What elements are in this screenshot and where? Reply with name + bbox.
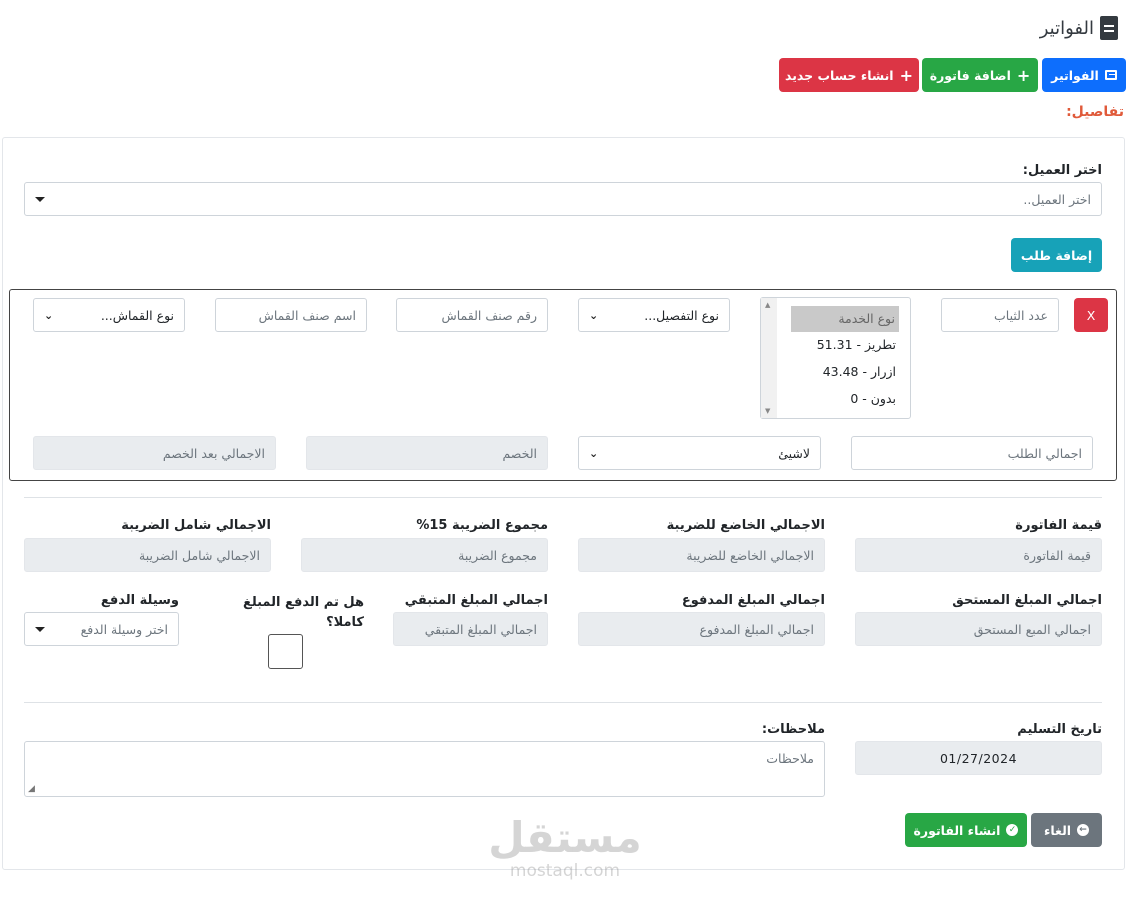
caret-down-icon: [35, 196, 45, 202]
amount-paid-label: اجمالي المبلغ المدفوع: [681, 593, 825, 608]
watermark: مستقل mostaql.com: [480, 813, 650, 882]
fabric-name-input[interactable]: اسم صنف القماش: [215, 298, 367, 332]
taxable-total-placeholder: الاجمالي الخاضع للضريبة: [686, 547, 814, 563]
invoice-file-icon: [1100, 16, 1118, 40]
service-option[interactable]: ازرار - 43.48: [823, 360, 896, 384]
divider: [24, 702, 1102, 703]
resize-handle-icon[interactable]: ◢: [28, 784, 35, 794]
taxable-total-label: الاجمالي الخاضع للضريبة: [666, 518, 825, 533]
discount-type-value: لاشيئ: [778, 445, 810, 461]
delivery-date-input[interactable]: 01/27/2024: [855, 741, 1102, 775]
invoices-button-label: الفواتير: [1051, 67, 1099, 83]
invoices-button[interactable]: الفواتير: [1042, 58, 1126, 92]
taxable-total-input[interactable]: الاجمالي الخاضع للضريبة: [578, 538, 825, 572]
new-account-button[interactable]: + انشاء حساب جديد: [779, 58, 919, 92]
chevron-down-icon: ⌄: [44, 308, 54, 322]
scroll-up-icon: ▲: [765, 301, 771, 309]
fabric-number-input[interactable]: رقم صنف القماش: [396, 298, 548, 332]
listbox-scrollbar[interactable]: ▲ ▼: [761, 298, 777, 418]
discount-type-select[interactable]: لاشيئ ⌄: [578, 436, 821, 470]
delivery-date-value: 01/27/2024: [939, 750, 1018, 766]
notes-placeholder: ملاحظات: [766, 751, 814, 766]
chevron-down-icon: ⌄: [589, 308, 599, 322]
invoice-value-placeholder: قيمة الفاتورة: [1023, 547, 1091, 563]
watermark-logo: مستقل: [488, 813, 642, 862]
amount-remaining-placeholder: اجمالي المبلغ المتبقي: [424, 621, 537, 637]
amount-remaining-input[interactable]: اجمالي المبلغ المتبقي: [393, 612, 548, 646]
cancel-label: الغاء: [1043, 822, 1072, 838]
invoice-value-input[interactable]: قيمة الفاتورة: [855, 538, 1102, 572]
details-label: تفاصيل:: [1066, 104, 1124, 120]
customer-label: اختر العميل:: [1022, 163, 1102, 178]
page-header: الفواتير: [1040, 16, 1118, 40]
total-with-tax-placeholder: الاجمالي شامل الضريبة: [139, 547, 260, 563]
page-title: الفواتير: [1039, 17, 1094, 39]
invoice-value-label: قيمة الفاتورة: [1015, 518, 1102, 533]
total-after-discount-input[interactable]: الاجمالي بعد الخصم: [33, 436, 276, 470]
customer-select-placeholder: اختر العميل..: [1023, 191, 1091, 207]
divider: [24, 497, 1102, 498]
add-invoice-button[interactable]: + اضافة فاتورة: [922, 58, 1038, 92]
service-option[interactable]: نوع الخدمة: [791, 306, 899, 332]
delivery-date-label: تاريخ التسليم: [1017, 722, 1102, 737]
detail-type-select[interactable]: نوع التفصيل... ⌄: [578, 298, 730, 332]
cancel-button[interactable]: ← الغاء: [1031, 813, 1102, 847]
service-option[interactable]: بدون - 0: [850, 387, 896, 411]
check-circle-icon: ✓: [1006, 824, 1019, 836]
discount-placeholder: الخصم: [502, 445, 537, 461]
chevron-down-icon: ⌄: [589, 446, 599, 460]
payment-method-select[interactable]: اختر وسيلة الدفع: [24, 612, 179, 646]
add-invoice-label: اضافة فاتورة: [929, 67, 1011, 83]
fabric-type-value: نوع القماش...: [100, 307, 174, 323]
amount-paid-input[interactable]: اجمالي المبلغ المدفوع: [578, 612, 825, 646]
payment-method-value: اختر وسيلة الدفع: [80, 621, 168, 637]
total-with-tax-input[interactable]: الاجمالي شامل الضريبة: [24, 538, 271, 572]
amount-due-label: اجمالي المبلغ المستحق: [952, 593, 1102, 608]
detail-type-value: نوع التفصيل...: [644, 307, 719, 323]
remove-request-button[interactable]: X: [1074, 298, 1108, 332]
total-after-discount-placeholder: الاجمالي بعد الخصم: [162, 445, 265, 461]
remove-icon: X: [1086, 307, 1096, 323]
fabric-name-placeholder: اسم صنف القماش: [258, 307, 356, 323]
table-icon: [1104, 70, 1117, 80]
fabric-number-placeholder: رقم صنف القماش: [441, 307, 537, 323]
amount-due-input[interactable]: اجمالي المبع المستحق: [855, 612, 1102, 646]
service-option[interactable]: تطريز - 51.31: [817, 333, 896, 357]
clothes-count-placeholder: عدد الثياب: [994, 307, 1048, 323]
customer-select[interactable]: اختر العميل..: [24, 182, 1102, 216]
create-invoice-button[interactable]: ✓ انشاء الفاتورة: [905, 813, 1027, 847]
scroll-down-icon: ▼: [765, 407, 771, 415]
tax-sum-input[interactable]: مجموع الضريبة: [301, 538, 548, 572]
tax-sum-label: مجموع الضريبة 15%: [416, 518, 548, 533]
new-account-label: انشاء حساب جديد: [784, 67, 894, 83]
add-request-button[interactable]: إضافة طلب: [1011, 238, 1102, 272]
paid-in-full-label-line2: كاملا؟: [326, 615, 364, 630]
plus-icon: +: [1016, 65, 1031, 85]
discount-input[interactable]: الخصم: [306, 436, 548, 470]
caret-down-icon: [35, 626, 45, 632]
amount-paid-placeholder: اجمالي المبلغ المدفوع: [699, 621, 814, 637]
total-with-tax-label: الاجمالي شامل الضريبة: [121, 518, 271, 533]
paid-in-full-label-line1: هل تم الدفع المبلغ: [242, 595, 364, 610]
notes-label: ملاحظات:: [761, 722, 825, 737]
fabric-type-select[interactable]: نوع القماش... ⌄: [33, 298, 185, 332]
amount-due-placeholder: اجمالي المبع المستحق: [973, 621, 1091, 637]
watermark-domain: mostaql.com: [509, 861, 621, 881]
paid-in-full-label: هل تم الدفع المبلغ كاملا؟: [243, 593, 364, 633]
add-request-label: إضافة طلب: [1020, 247, 1093, 263]
tax-sum-placeholder: مجموع الضريبة: [458, 547, 537, 563]
request-total-input[interactable]: اجمالي الطلب: [851, 436, 1093, 470]
notes-textarea[interactable]: ملاحظات ◢: [24, 741, 825, 797]
arrow-left-circle-icon: ←: [1077, 824, 1090, 836]
paid-in-full-checkbox[interactable]: [268, 634, 303, 669]
plus-icon: +: [899, 65, 914, 85]
service-type-listbox[interactable]: ▲ ▼ نوع الخدمة تطريز - 51.31 ازرار - 43.…: [760, 297, 911, 419]
request-total-placeholder: اجمالي الطلب: [1007, 445, 1082, 461]
amount-remaining-label: اجمالي المبلغ المتبقي: [404, 593, 548, 608]
create-invoice-label: انشاء الفاتورة: [913, 822, 1001, 838]
payment-method-label: وسيلة الدفع: [100, 593, 179, 608]
clothes-count-input[interactable]: عدد الثياب: [941, 298, 1059, 332]
